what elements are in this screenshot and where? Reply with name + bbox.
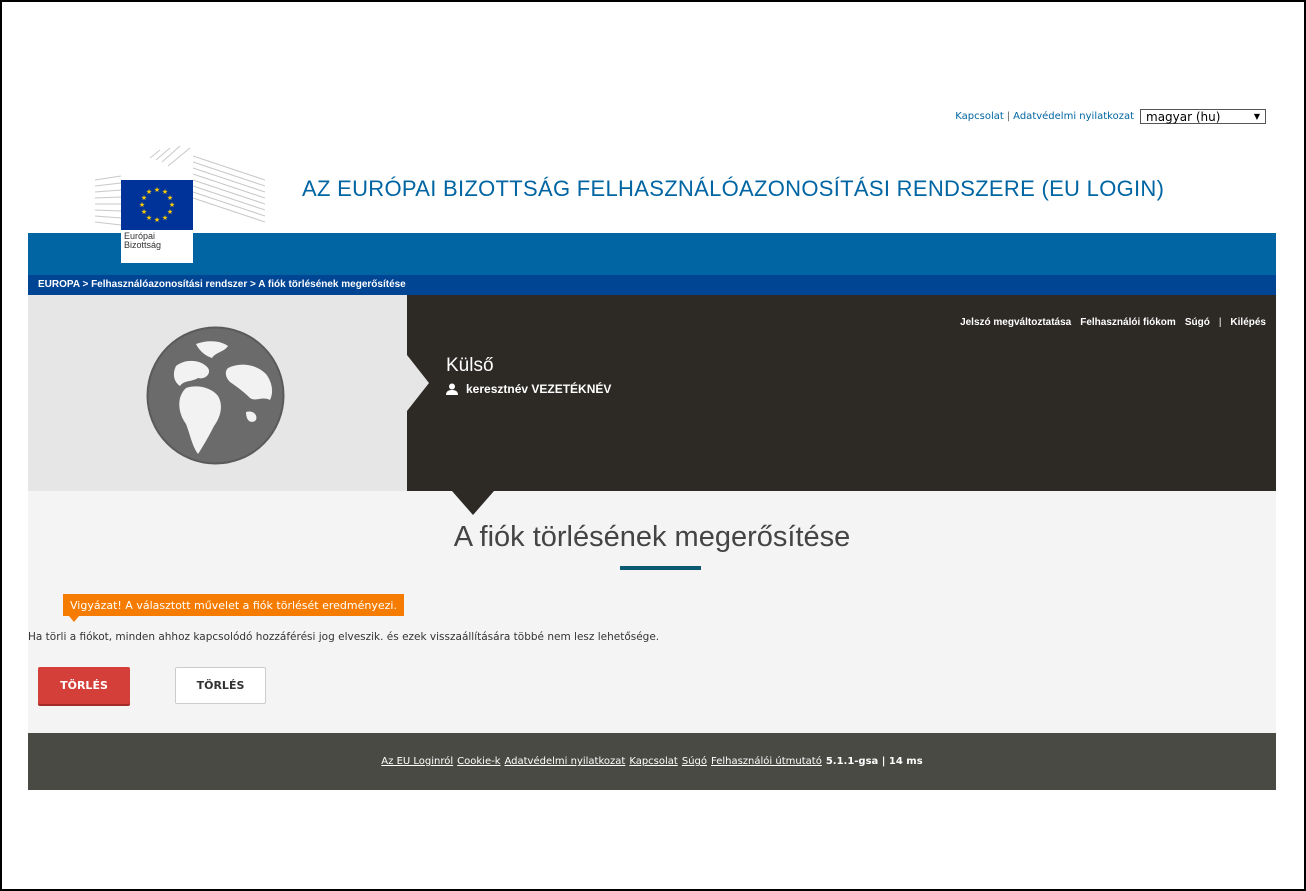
deletion-explanation: Ha törli a fiókot, minden ahhoz kapcsoló… (28, 631, 660, 643)
content-notch (452, 491, 494, 515)
breadcrumb-item-system[interactable]: Felhasználóazonosítási rendszer (91, 279, 247, 290)
cancel-delete-button[interactable]: TÖRLÉS (175, 667, 266, 704)
footer-privacy-link[interactable]: Adatvédelmi nyilatkozat (505, 756, 626, 767)
confirm-delete-button[interactable]: TÖRLÉS (38, 667, 130, 704)
eu-flag-icon: ★ ★ ★ ★ ★ ★ ★ ★ ★ ★ ★ ★ (121, 180, 193, 230)
svg-text:★: ★ (139, 201, 145, 209)
svg-text:★: ★ (154, 186, 160, 194)
svg-text:★: ★ (146, 188, 152, 196)
user-info: keresztnév VEZETÉKNÉV (446, 382, 611, 396)
warning-banner-tip (69, 616, 79, 622)
my-account-link[interactable]: Felhasználói fiókom (1080, 317, 1176, 328)
logo-label-line2: Bizottság (124, 240, 162, 250)
privacy-link[interactable]: Adatvédelmi nyilatkozat (1013, 111, 1134, 122)
warning-banner: Vigyázat! A választott művelet a fiók tö… (63, 594, 404, 616)
svg-text:★: ★ (154, 216, 160, 224)
user-name: keresztnév VEZETÉKNÉV (466, 382, 612, 396)
svg-text:★: ★ (162, 214, 168, 222)
header-blue-bar (28, 233, 1276, 275)
footer-cookies-link[interactable]: Cookie-k (457, 756, 500, 767)
footer-contact-link[interactable]: Kapcsolat (629, 756, 678, 767)
title-underline (620, 566, 701, 570)
footer-help-link[interactable]: Súgó (682, 756, 707, 767)
change-password-link[interactable]: Jelszó megváltoztatása (960, 317, 1071, 328)
page: Kapcsolat | Adatvédelmi nyilatkozat magy… (28, 103, 1276, 790)
link-separator: | (1006, 111, 1011, 122)
breadcrumb-separator: > (82, 279, 92, 290)
breadcrumb-item-europa[interactable]: EUROPA (38, 279, 80, 290)
help-link[interactable]: Súgó (1185, 317, 1210, 328)
breadcrumb-item-current: A fiók törlésének megerősítése (258, 279, 406, 290)
nav-separator: | (1218, 317, 1222, 328)
user-nav: Jelszó megváltoztatása Felhasználói fiók… (960, 317, 1266, 328)
logout-link[interactable]: Kilépés (1230, 317, 1266, 328)
breadcrumb: EUROPA > Felhasználóazonosítási rendszer… (28, 275, 1276, 295)
svg-text:★: ★ (141, 208, 147, 216)
page-title: A fiók törlésének megerősítése (453, 521, 851, 553)
footer-about-link[interactable]: Az EU Loginról (381, 756, 453, 767)
language-select-value: magyar (hu) (1146, 109, 1221, 124)
footer: Az EU Loginról Cookie-k Adatvédelmi nyil… (28, 733, 1276, 790)
site-title: AZ EURÓPAI BIZOTTSÁG FELHASZNÁLÓAZONOSÍT… (302, 176, 1165, 201)
contact-link[interactable]: Kapcsolat (955, 111, 1004, 122)
globe-icon (146, 326, 285, 465)
language-select[interactable]: magyar (hu) ▼ (1140, 109, 1266, 124)
user-icon (446, 383, 458, 395)
footer-version: 5.1.1-gsa | 14 ms (825, 756, 923, 767)
top-links: Kapcsolat | Adatvédelmi nyilatkozat magy… (955, 109, 1266, 124)
chevron-down-icon: ▼ (1253, 112, 1260, 121)
logo-label-overlay: Európai Bizottság (124, 232, 161, 250)
user-domain-title: Külső (446, 355, 494, 376)
hero-notch (407, 355, 429, 411)
footer-guide-link[interactable]: Felhasználói útmutató (711, 756, 822, 767)
